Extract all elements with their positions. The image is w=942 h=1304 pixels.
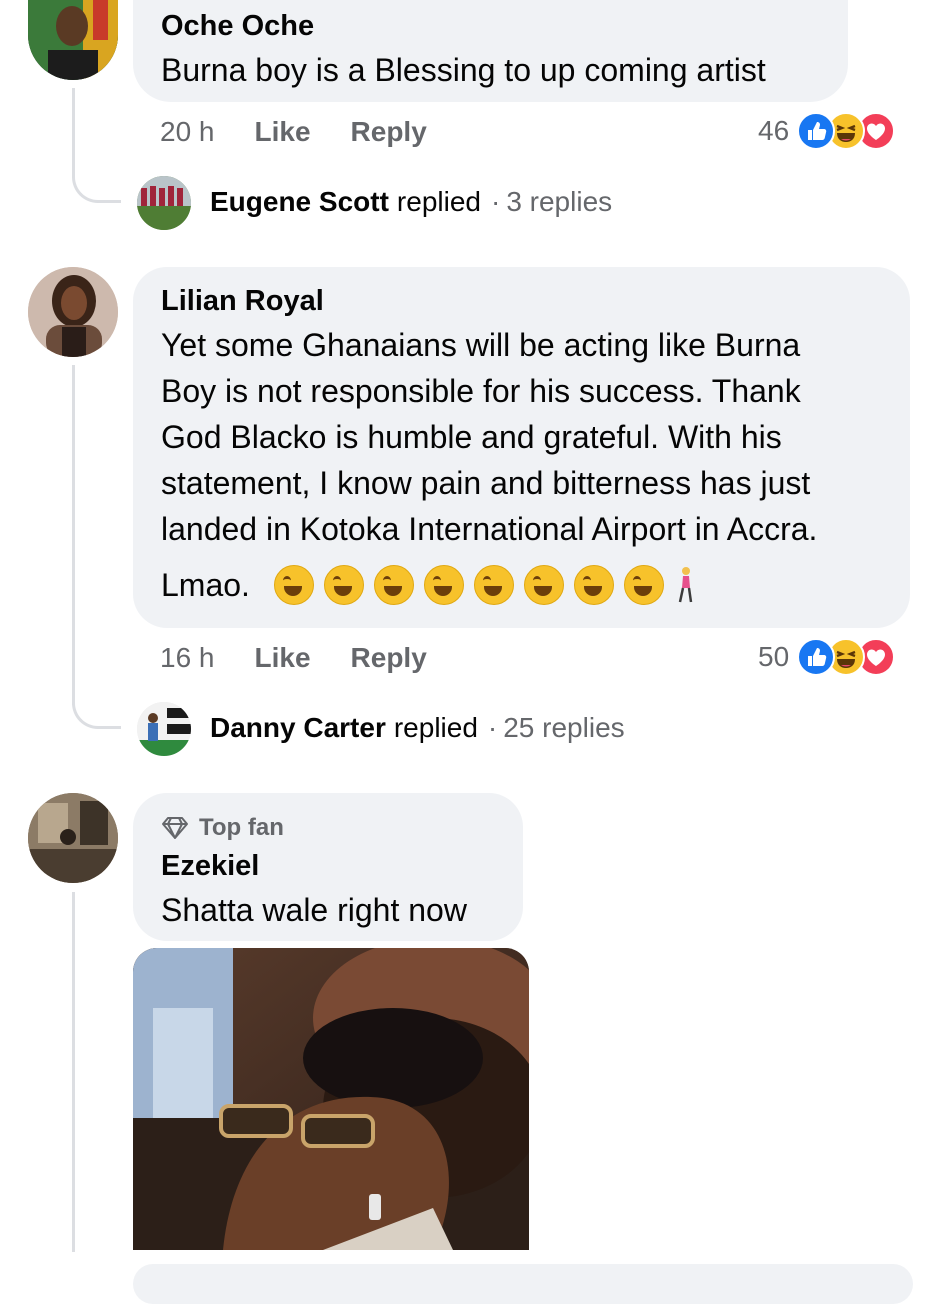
top-fan-badge[interactable]: Top fan: [161, 813, 495, 843]
comment-bubble[interactable]: Oche Oche Burna boy is a Blessing to up …: [133, 0, 848, 102]
reply-count: 25 replies: [503, 712, 625, 743]
comment-author[interactable]: Oche Oche: [161, 9, 820, 43]
comment-text-line: Boy is not responsible for his success. …: [161, 373, 801, 409]
view-replies-link[interactable]: Danny Carter replied · 25 replies: [210, 708, 625, 748]
replied-label: replied: [396, 186, 481, 217]
avatar-eugene-scott[interactable]: [137, 176, 191, 230]
comment-actions: 16 h Like Reply: [160, 638, 427, 678]
comment-timestamp[interactable]: 20 h: [160, 116, 215, 148]
thread-line: [72, 892, 75, 1252]
rofl-emoji: [323, 565, 364, 605]
avatar-ezekiel[interactable]: [28, 793, 118, 883]
avatar-lilian-royal[interactable]: [28, 267, 118, 357]
woman-walking-emoji: [678, 566, 694, 604]
reply-button[interactable]: Reply: [351, 116, 427, 148]
comment-author[interactable]: Ezekiel: [161, 849, 495, 883]
like-button[interactable]: Like: [255, 116, 311, 148]
comment-photo-attachment[interactable]: [133, 948, 529, 1250]
top-fan-label: Top fan: [199, 814, 284, 841]
rofl-emoji: [273, 565, 314, 605]
thread-connector: [72, 150, 121, 203]
avatar-oche-oche[interactable]: [28, 0, 118, 80]
rofl-emoji: [573, 565, 614, 605]
replied-label: replied: [393, 712, 478, 743]
avatar-danny-carter[interactable]: [137, 702, 191, 756]
rofl-emoji: [373, 565, 414, 605]
comment-timestamp[interactable]: 16 h: [160, 642, 215, 674]
view-replies-link[interactable]: Eugene Scott replied · 3 replies: [210, 182, 612, 222]
diamond-icon: [161, 816, 189, 840]
reaction-count: 46: [758, 115, 790, 146]
reaction-summary[interactable]: 50: [758, 636, 896, 678]
comment-bubble[interactable]: Lilian Royal Yet some Ghanaians will be …: [133, 267, 910, 628]
rofl-emoji: [423, 565, 464, 605]
rofl-emoji: [473, 565, 514, 605]
separator-dot: ·: [487, 712, 498, 743]
reply-count: 3 replies: [506, 186, 613, 217]
separator-dot: ·: [490, 186, 501, 217]
comment-text: Shatta wale right now: [161, 892, 467, 928]
comment-text-line: Yet some Ghanaians will be acting like B…: [161, 327, 801, 363]
reply-author: Eugene Scott: [210, 186, 389, 217]
comment-text-line: landed in Kotoka International Airport i…: [161, 511, 818, 547]
rofl-emoji: [523, 565, 564, 605]
comment-text-line: statement, I know pain and bitterness ha…: [161, 465, 811, 501]
like-icon: [797, 112, 836, 150]
comment-text-lmao: Lmao.: [161, 567, 250, 603]
thread-line: [72, 365, 75, 705]
reply-button[interactable]: Reply: [351, 642, 427, 674]
comment-text: Burna boy is a Blessing to up coming art…: [161, 52, 766, 88]
reaction-summary[interactable]: 46: [758, 110, 896, 152]
reply-author: Danny Carter: [210, 712, 386, 743]
reaction-count: 50: [758, 641, 790, 672]
rofl-emoji: [623, 565, 664, 605]
comment-bubble[interactable]: Top fan Ezekiel Shatta wale right now: [133, 793, 523, 941]
comment-composer-edge[interactable]: [133, 1264, 913, 1304]
comment-author[interactable]: Lilian Royal: [161, 284, 882, 318]
thread-connector: [72, 676, 121, 729]
like-icon: [797, 638, 836, 676]
comment-text-last-line: Lmao.: [161, 562, 882, 608]
comment-actions: 20 h Like Reply: [160, 112, 427, 152]
like-button[interactable]: Like: [255, 642, 311, 674]
comment-text-line: God Blacko is humble and grateful. With …: [161, 419, 782, 455]
